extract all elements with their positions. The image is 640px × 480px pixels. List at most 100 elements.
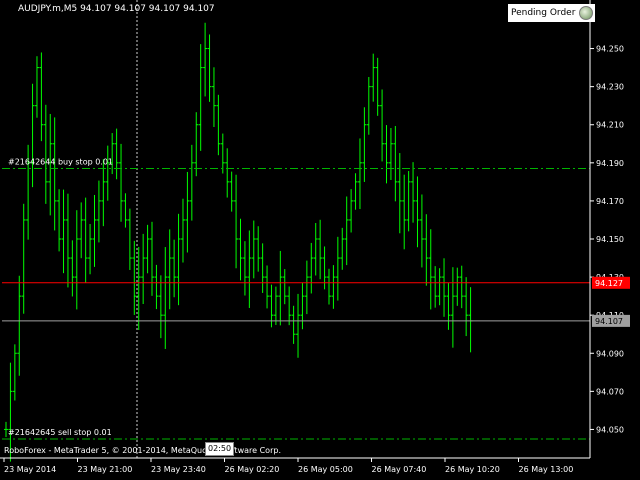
time-tick-label: 26 May 02:20 (225, 465, 280, 474)
price-bar (468, 287, 473, 353)
price-bar (123, 193, 128, 228)
price-tick-label: 94.150 (596, 235, 624, 244)
price-bar (220, 133, 225, 174)
price-bar (437, 268, 442, 306)
price-bar (65, 193, 70, 288)
price-bar (455, 267, 460, 306)
price-bar (242, 241, 247, 296)
price-bar (17, 275, 22, 376)
price-bar (362, 107, 367, 182)
price-bar (344, 196, 349, 266)
ask-price-label: 94.127 (595, 279, 623, 288)
price-bar (238, 218, 243, 281)
price-bar (419, 194, 424, 268)
price-bar (353, 173, 358, 210)
price-bar (198, 44, 203, 151)
price-bar (273, 286, 278, 325)
price-bar (216, 94, 221, 156)
price-bar (127, 208, 132, 270)
price-bar (234, 174, 239, 269)
time-tick-label: 26 May 13:00 (519, 465, 574, 474)
price-tick-label: 94.090 (596, 349, 624, 358)
price-bar (260, 243, 265, 293)
copyright-text: RoboForex - MetaTrader 5, © 2001-2014, M… (4, 446, 281, 455)
price-bar (70, 240, 75, 297)
price-bar (39, 52, 44, 142)
pending-order-button[interactable]: Pending Order (508, 4, 596, 22)
time-axis: 23 May 2014 23 May 21:00 23 May 23:40 26 Ma… (0, 457, 590, 474)
price-bar (415, 176, 420, 248)
price-bar (185, 171, 190, 253)
price-bar (141, 233, 146, 304)
price-bar (88, 224, 93, 275)
price-bar (172, 239, 177, 298)
price-bar (459, 265, 464, 309)
price-bar (388, 127, 393, 180)
price-bar (150, 221, 155, 296)
pending-order-label: Pending Order (511, 8, 576, 18)
price-bar (154, 264, 159, 310)
price-bar (349, 189, 354, 233)
price-bar (335, 236, 340, 301)
price-bar (83, 197, 88, 283)
price-bar (331, 265, 336, 309)
price-bar (194, 112, 199, 177)
time-tick-label: 23 May 21:00 (78, 465, 133, 474)
price-bar (464, 277, 469, 337)
price-bar (34, 56, 39, 118)
price-bar (57, 189, 62, 252)
coin-stack-icon (579, 6, 594, 20)
order-label: #21642645 sell stop 0.01 (8, 428, 112, 437)
price-bar (12, 344, 17, 401)
price-bar (304, 260, 309, 315)
price-bar (203, 22, 208, 97)
time-tick-label: 23 May 2014 (4, 465, 56, 474)
price-tick-label: 94.210 (596, 121, 624, 130)
price-bar (313, 222, 318, 276)
price-bar (176, 213, 181, 306)
price-bar (296, 293, 301, 358)
price-tick-label: 94.190 (596, 159, 624, 168)
price-bar (300, 282, 305, 330)
price-bar (225, 148, 230, 198)
price-bar (411, 162, 416, 223)
price-bar (393, 126, 398, 202)
price-bar (30, 83, 35, 188)
price-bar (163, 247, 168, 349)
price-bar (167, 229, 172, 310)
price-bar (309, 242, 314, 294)
price-bar (105, 145, 110, 201)
price-tick-label: 94.170 (596, 197, 624, 206)
price-bar (229, 171, 234, 212)
price-bar (211, 67, 216, 128)
price-bar (424, 214, 429, 286)
price-bar (384, 125, 389, 184)
price-bar (282, 269, 287, 305)
price-bar (79, 202, 84, 259)
price-bar (74, 210, 79, 310)
price-bar (158, 275, 163, 339)
price-chart[interactable]: #21642644 buy stop 0.01 #21642645 sell st… (0, 0, 640, 480)
price-bar (132, 240, 137, 315)
time-tick-label: 26 May 05:00 (298, 465, 353, 474)
price-bar (402, 174, 407, 250)
price-bar (278, 250, 283, 326)
price-bar (61, 189, 66, 274)
price-bar (96, 180, 101, 243)
price-bar (207, 34, 212, 102)
price-bar (318, 219, 323, 280)
price-bar (256, 226, 261, 272)
order-label: #21642644 buy stop 0.01 (8, 158, 113, 167)
price-bar (92, 194, 97, 267)
price-bars (4, 22, 473, 462)
price-tick-label: 94.250 (596, 45, 624, 54)
price-bar (446, 282, 451, 330)
price-bar (357, 138, 362, 210)
price-bar (397, 153, 402, 234)
price-bar (52, 117, 57, 231)
price-bar (371, 53, 376, 102)
price-bar (366, 76, 371, 135)
crosshair-time-label: 02:50 (205, 442, 235, 456)
price-bar (247, 230, 252, 308)
time-tick-label: 26 May 07:40 (372, 465, 427, 474)
